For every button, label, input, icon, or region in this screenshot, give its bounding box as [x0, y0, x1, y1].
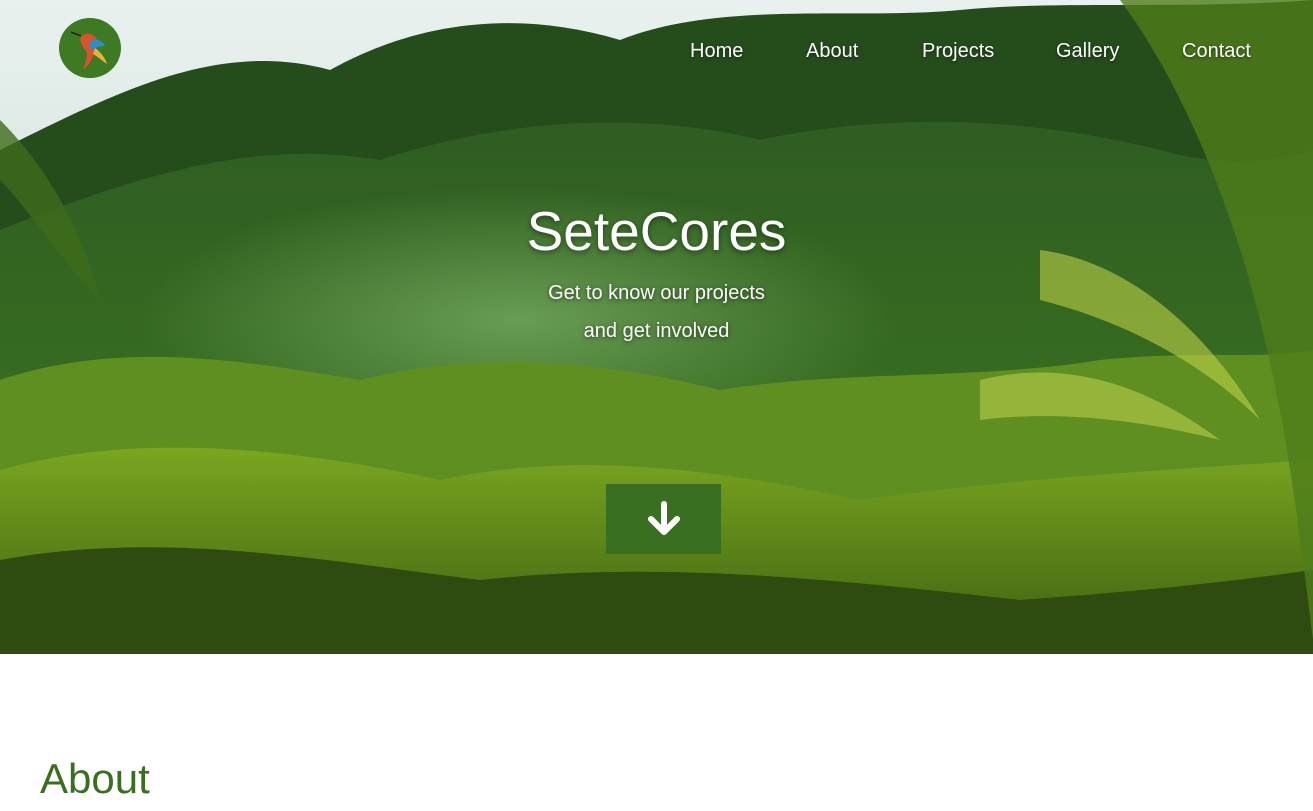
hero-section: Home About Projects Gallery Contact Sete… [0, 0, 1313, 654]
main-nav: Home About Projects Gallery Contact [0, 36, 1313, 66]
scroll-down-button[interactable] [606, 484, 721, 554]
nav-item-home[interactable]: Home [690, 36, 743, 66]
arrow-down-icon [647, 501, 680, 535]
hero-title: SeteCores [526, 200, 787, 262]
hero-subtitle-line1: Get to know our projects [548, 282, 765, 304]
nav-item-projects[interactable]: Projects [922, 36, 994, 66]
nav-item-contact[interactable]: Contact [1182, 36, 1251, 66]
nav-item-about[interactable]: About [806, 36, 858, 66]
hero-subtitle-line2: and get involved [583, 320, 730, 342]
about-heading: About [40, 755, 150, 802]
nav-item-gallery[interactable]: Gallery [1056, 36, 1119, 66]
